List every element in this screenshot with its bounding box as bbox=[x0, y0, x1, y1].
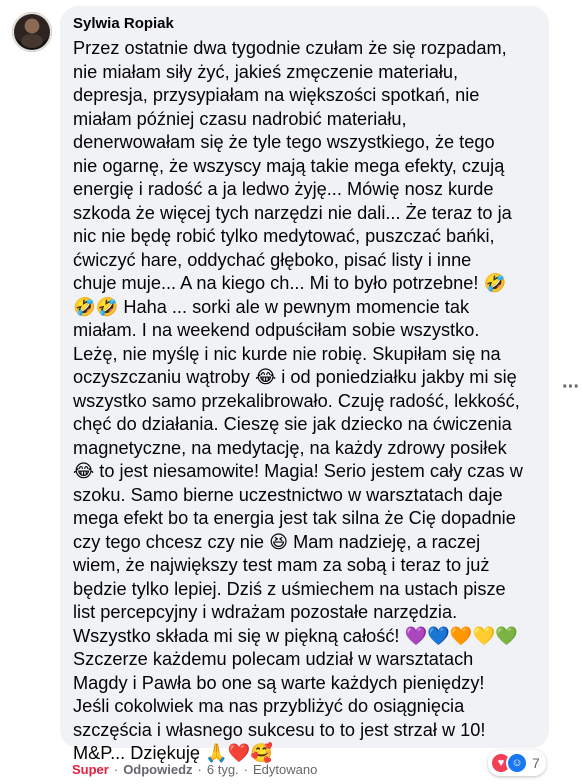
more-options-icon[interactable]: ··· bbox=[562, 376, 580, 399]
comment-line: nic nie będę robić tylko medytować, pusz… bbox=[73, 226, 495, 246]
comment-line: chuje muje... A na kiego ch... Mi to był… bbox=[73, 273, 507, 293]
comment-line: szczęścia i własnego sukcesu to to jest … bbox=[73, 719, 486, 740]
comment-line: list percepcyjny i wdrażam pozostałe nar… bbox=[73, 602, 458, 622]
comment-line: chęć do działania. Cieszę sie jak dzieck… bbox=[73, 414, 512, 434]
comment-line: Leżę, nie myślę i nic kurde nie robię. S… bbox=[73, 343, 501, 364]
comment-line: 😂 to jest niesamowite! Magia! Serio jest… bbox=[73, 461, 523, 481]
comment-line: miałam później czasu nadrobić materiału, bbox=[73, 108, 407, 129]
comment-line: energię i radość a ja ledwo żyję... Mówi… bbox=[73, 179, 494, 199]
reaction-count: 7 bbox=[532, 755, 540, 771]
separator: · bbox=[243, 762, 249, 777]
comment-line: wszystko samo przekalibrowało. Czuję rad… bbox=[73, 390, 520, 411]
comment-line: Szczerze każdemu polecam udział w warszt… bbox=[73, 649, 474, 669]
haha-reaction-icon: ☺ bbox=[506, 752, 528, 774]
comment-bubble: Sylwia Ropiak Przez ostatnie dwa tygodni… bbox=[60, 6, 549, 763]
comment-line: ćwiczyć hare, oddychać głęboko, pisać li… bbox=[73, 249, 472, 270]
comment-line: nie ogarnę, że wszyscy mają takie mega e… bbox=[73, 155, 505, 176]
comment-actions: Super · Odpowiedz · 6 tyg. · Edytowano bbox=[72, 762, 317, 777]
super-reaction-button[interactable]: Super bbox=[72, 762, 109, 777]
comment-line: będzie tylko lepiej. Dziś z uśmiechem na… bbox=[73, 578, 506, 599]
comment-line: szkoda że więcej tych narzędzi nie dali.… bbox=[73, 202, 512, 223]
reaction-summary[interactable]: ♥ ☺ 7 bbox=[488, 750, 546, 776]
reply-button[interactable]: Odpowiedz bbox=[123, 762, 192, 777]
comment-thread: Sylwia Ropiak Przez ostatnie dwa tygodni… bbox=[0, 0, 583, 784]
comment-line: oczyszczaniu wątroby 😂 i od poniedziałku… bbox=[73, 367, 517, 387]
comment-line: szoku. Samo bierne uczestnictwo w warszt… bbox=[73, 484, 503, 505]
comment-line: 🤣🤣 Haha ... sorki ale w pewnym momencie … bbox=[73, 296, 470, 317]
comment-line: wiem, że największy test mam za sobą i t… bbox=[73, 555, 490, 575]
comment-line: mega efekt bo ta energia jest tak silna … bbox=[73, 508, 516, 528]
comment-line: depresja, przysypiałam na większości spo… bbox=[73, 85, 480, 105]
comment-line: czy tego chcesz czy nie 😆 Mam nadzieję, … bbox=[73, 531, 481, 552]
comment-line: nie miałam siły żyć, jakieś zmęczenie ma… bbox=[73, 61, 459, 82]
comment-line: magnetyczne, na medytację, na każdy zdro… bbox=[73, 437, 507, 458]
comment-line: Wszystko składa mi się w piękną całość! … bbox=[73, 625, 518, 646]
comment-line: denerwowałam się że tyle tego wszystkieg… bbox=[73, 132, 495, 152]
comment-line: Jeśli cokolwiek ma nas przybliżyć do osi… bbox=[73, 696, 465, 716]
separator: · bbox=[197, 762, 202, 777]
comment-line: miałam. I na weekend odpuściłam sobie ws… bbox=[73, 320, 480, 340]
edited-label: Edytowano bbox=[253, 762, 318, 777]
comment-line: Przez ostatnie dwa tygodnie czułam że si… bbox=[73, 38, 507, 58]
comment-author[interactable]: Sylwia Ropiak bbox=[73, 15, 536, 37]
comment-text: Przez ostatnie dwa tygodnie czułam że si… bbox=[73, 37, 536, 766]
timestamp[interactable]: 6 tyg. bbox=[207, 762, 239, 777]
separator: · bbox=[113, 762, 119, 777]
comment-line: Magdy i Pawła bo one są warte każdych pi… bbox=[73, 672, 485, 693]
avatar[interactable] bbox=[12, 12, 52, 52]
